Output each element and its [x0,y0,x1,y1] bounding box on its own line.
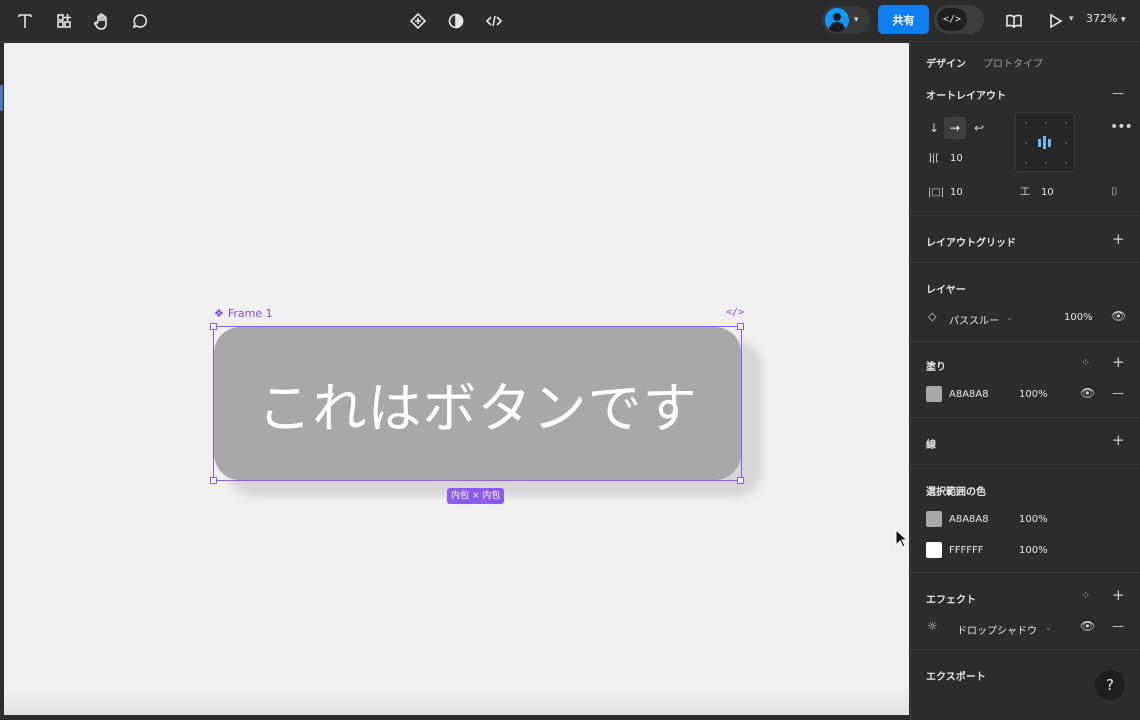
frame-code-icon[interactable]: </> [726,307,744,318]
top-toolbar: ▾ 共有 </> ▾ 372% ▾ [0,0,1140,42]
padding-horizontal-value[interactable]: 10 [950,187,963,198]
contrast-mask-icon[interactable] [443,8,469,34]
frame-name: Frame 1 [227,307,273,320]
alignment-grid[interactable] [1015,112,1075,172]
fill-opacity-value[interactable]: 100% [1019,389,1048,400]
direction-wrap-icon[interactable]: ↩ [974,122,984,134]
blend-chevron-down-icon[interactable]: ⌄ [1006,312,1013,324]
canvas-bottom-fade [4,688,909,715]
tab-prototype[interactable]: プロトタイプ [983,55,1043,70]
zoom-value: 372% [1086,12,1118,25]
fill-color-swatch[interactable] [926,386,942,402]
selection-color-opacity-2[interactable]: 100% [1019,545,1048,556]
stroke-title: 線 [926,440,936,451]
blend-mode-value[interactable]: パススルー [949,312,999,327]
fill-visibility-eye-icon[interactable]: 👁 [1080,387,1095,399]
selection-color-swatch-1[interactable] [926,511,942,527]
present-chevron-down-icon[interactable]: ▾ [1069,14,1074,24]
avatar [825,8,849,32]
layer-opacity-value[interactable]: 100% [1064,312,1093,323]
dev-mode-icon: </> [937,8,967,31]
properties-panel: デザイン プロトタイプ オートレイアウト — ↓ → ↩ ••• ]|[ 10 … [910,43,1140,720]
effect-visibility-eye-icon[interactable]: 👁 [1080,620,1095,632]
resize-handle-top-left[interactable] [210,323,217,330]
zoom-chevron-down-icon: ▾ [1120,15,1126,25]
selection-color-swatch-2[interactable] [926,542,942,558]
add-stroke-icon[interactable]: + [1112,433,1125,448]
user-avatar-menu[interactable]: ▾ [822,6,870,34]
effect-chevron-down-icon[interactable]: ⌄ [1045,622,1052,634]
mouse-cursor-icon [895,528,909,551]
layer-visibility-eye-icon[interactable]: 👁 [1111,310,1126,322]
add-layout-grid-icon[interactable]: + [1112,232,1125,247]
fill-styles-icon[interactable]: ⁘ [1081,357,1090,369]
help-button[interactable]: ? [1095,670,1125,700]
library-book-icon[interactable] [1001,8,1027,34]
export-title: エクスポート [926,672,986,683]
effect-styles-icon[interactable]: ⁘ [1081,590,1090,602]
text-tool-icon[interactable] [12,8,38,34]
remove-auto-layout-icon[interactable]: — [1112,87,1124,99]
code-icon[interactable] [481,8,507,34]
tab-design[interactable]: デザイン [926,55,966,70]
gap-icon: ]|[ [928,153,940,164]
blend-mode-icon: ◇ [928,310,937,323]
share-button[interactable]: 共有 [878,5,929,34]
components-tool-icon[interactable] [51,8,77,34]
hand-tool-icon[interactable] [89,8,115,34]
selection-colors-title: 選択範囲の色 [926,487,986,498]
size-badge: 内包 × 内包 [447,488,505,504]
fill-hex-value[interactable]: A8A8A8 [949,389,989,400]
effect-type-value[interactable]: ドロップシャドウ [957,622,1037,637]
selection-color-opacity-1[interactable]: 100% [1019,514,1048,525]
direction-vertical-icon[interactable]: ↓ [929,122,939,134]
remove-fill-icon[interactable]: — [1112,387,1124,399]
padding-horizontal-icon: |□| [928,187,945,198]
left-panel-marker [0,85,3,111]
padding-vertical-value[interactable]: 10 [1041,187,1054,198]
auto-layout-title: オートレイアウト [926,91,1006,102]
present-play-icon[interactable] [1042,8,1068,34]
add-fill-icon[interactable]: + [1112,355,1125,370]
zoom-level[interactable]: 372% ▾ [1086,12,1125,25]
alignment-center-icon [1038,136,1051,149]
selection-color-hex-1[interactable]: A8A8A8 [949,514,989,525]
gap-value[interactable]: 10 [950,153,963,164]
remove-effect-icon[interactable]: — [1112,620,1124,632]
resize-handle-bottom-right[interactable] [737,477,744,484]
component-icon[interactable] [405,8,431,34]
selection-color-hex-2[interactable]: FFFFFF [949,545,984,556]
resize-handle-bottom-left[interactable] [210,477,217,484]
more-options-icon[interactable]: ••• [1110,120,1133,134]
layer-title: レイヤー [926,285,966,296]
frame-name-label[interactable]: ❖ Frame 1 [214,307,273,320]
fill-title: 塗り [926,362,946,373]
padding-vertical-icon: 工 [1020,187,1030,198]
comment-tool-icon[interactable] [127,8,153,34]
layout-grid-title: レイアウトグリッド [926,238,1016,249]
dev-mode-toggle[interactable]: </> [934,5,984,34]
selection-outline [213,326,742,481]
effect-settings-sun-icon[interactable]: ☼ [927,620,938,632]
component-set-icon: ❖ [214,307,224,320]
effects-title: エフェクト [926,595,976,606]
add-effect-icon[interactable]: + [1112,588,1125,603]
individual-padding-icon[interactable]: ⌷ [1111,186,1118,198]
resize-handle-top-right[interactable] [737,323,744,330]
chevron-down-icon: ▾ [854,15,859,25]
direction-horizontal-icon[interactable]: → [950,122,960,134]
